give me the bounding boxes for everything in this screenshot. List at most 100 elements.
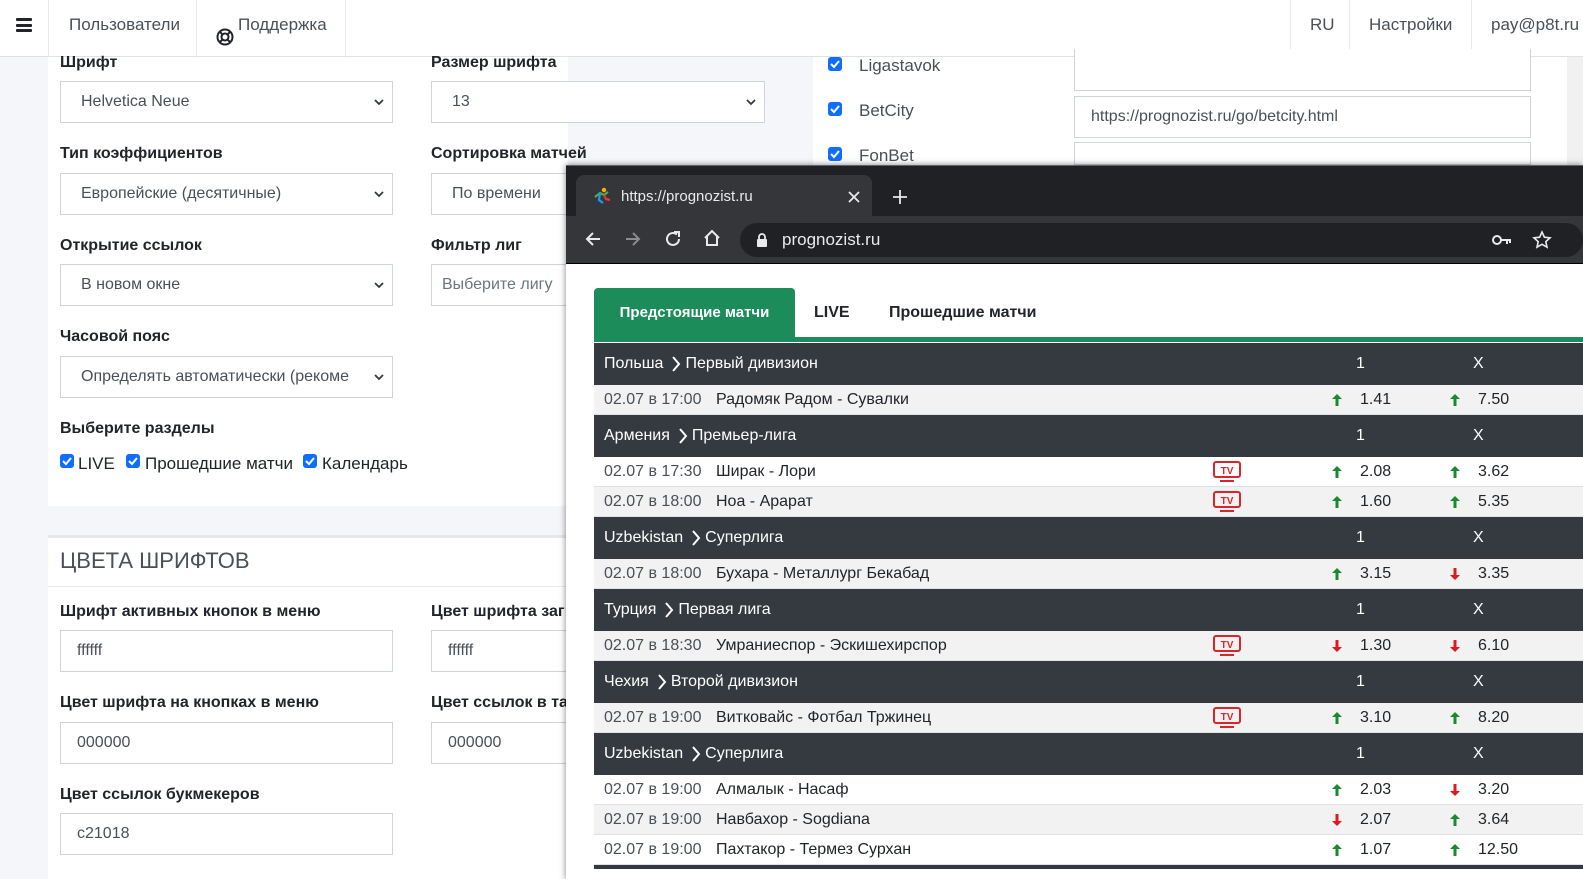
odd-draw[interactable]: 3.20 — [1478, 781, 1509, 799]
table-bottom-bar — [594, 865, 1583, 869]
tv-icon[interactable]: TV — [1213, 707, 1241, 734]
tab-upcoming[interactable]: Предстоящие матчи — [594, 288, 795, 337]
fonbet-checkbox[interactable] — [828, 147, 842, 161]
match-row[interactable]: 02.07 в 18:00 Бухара - Металлург Бекабад 3… — [594, 559, 1583, 589]
reload-icon[interactable] — [664, 230, 682, 253]
league-header[interactable]: Польша Первый дивизион 1 X — [594, 343, 1583, 385]
header-font-color-input[interactable]: ffffff — [431, 630, 571, 672]
nav-account[interactable]: pay@p8t.ru — [1471, 0, 1583, 50]
odd-home[interactable]: 2.03 — [1360, 781, 1391, 799]
odd-draw[interactable]: 6.10 — [1478, 637, 1509, 655]
odd-draw[interactable]: 3.62 — [1478, 463, 1509, 481]
match-row[interactable]: 02.07 в 18:30 Умраниеспор - Эскишехирспор… — [594, 631, 1583, 661]
tv-icon[interactable]: TV — [1213, 461, 1241, 488]
chevron-right-icon — [671, 356, 681, 377]
match-teams[interactable]: Ноа - Арарат — [716, 493, 813, 511]
odd-home[interactable]: 1.41 — [1360, 391, 1391, 409]
nav-users[interactable]: Пользователи — [49, 0, 200, 50]
match-teams[interactable]: Навбахор - Sogdiana — [716, 811, 870, 829]
match-time: 02.07 в 18:00 — [604, 565, 702, 582]
table-links-color-input[interactable]: 000000 — [431, 722, 571, 764]
odds-type-select[interactable]: Европейские (десятичные) — [60, 173, 393, 215]
chevron-down-icon — [374, 191, 384, 198]
chevron-right-icon — [691, 530, 701, 551]
browser-window: https://prognozist.ru prognozist.ru Пред… — [566, 165, 1583, 879]
widget-page: Предстоящие матчи LIVE Прошедшие матчи П… — [566, 263, 1583, 879]
forward-icon[interactable] — [624, 230, 642, 253]
home-icon[interactable] — [703, 229, 721, 252]
betcity-checkbox[interactable] — [828, 102, 842, 116]
odd-draw[interactable]: 3.64 — [1478, 811, 1509, 829]
match-row[interactable]: 02.07 в 19:00 Витковайс - Фотбал Тржинец T… — [594, 703, 1583, 733]
league-header[interactable]: Армения Премьер-лига 1 X — [594, 415, 1583, 457]
odd-home[interactable]: 3.10 — [1360, 709, 1391, 727]
odd-draw[interactable]: 8.20 — [1478, 709, 1509, 727]
match-teams[interactable]: Ширак - Лори — [716, 463, 816, 481]
active-btn-color-input[interactable]: ffffff — [60, 630, 393, 672]
match-teams[interactable]: Радомяк Радом - Сувалки — [716, 391, 909, 409]
league-filter-input[interactable]: Выберите лигу — [431, 264, 571, 306]
odd-home[interactable]: 1.60 — [1360, 493, 1391, 511]
fonbet-url-input[interactable] — [1074, 142, 1531, 165]
nav-settings[interactable]: Настройки — [1349, 0, 1472, 50]
odd-home[interactable]: 1.07 — [1360, 841, 1391, 859]
tab-past[interactable]: Прошедшие матчи — [889, 288, 1036, 337]
sort-select[interactable]: По времени — [431, 173, 571, 215]
tv-icon[interactable]: TV — [1213, 635, 1241, 662]
timezone-select[interactable]: Определять автоматически (рекоме — [60, 356, 393, 398]
match-row[interactable]: 02.07 в 19:00 Алмалык - Насаф 2.03 3.20 — [594, 775, 1583, 805]
betcity-url-input[interactable]: https://prognozist.ru/go/betcity.html — [1074, 96, 1531, 138]
calendar-checkbox[interactable] — [303, 454, 317, 468]
back-icon[interactable] — [584, 230, 602, 253]
nav-support[interactable]: Поддержка — [196, 0, 347, 50]
ligastavok-url-input[interactable] — [1074, 49, 1531, 91]
match-time: 02.07 в 19:00 — [604, 781, 702, 798]
past-matches-checkbox[interactable] — [126, 454, 140, 468]
league-header[interactable]: Турция Первая лига 1 X — [594, 589, 1583, 631]
browser-tab[interactable]: https://prognozist.ru — [576, 175, 872, 217]
odd-draw[interactable]: 7.50 — [1478, 391, 1509, 409]
col-header-x: X — [1473, 745, 1484, 762]
font-size-label: Размер шрифта — [431, 54, 557, 71]
league-header[interactable]: Uzbekistan Суперлига 1 X — [594, 733, 1583, 775]
live-checkbox[interactable] — [60, 454, 74, 468]
links-select[interactable]: В новом окне — [60, 264, 393, 306]
new-tab-icon[interactable] — [892, 189, 908, 205]
font-select[interactable]: Helvetica Neue — [60, 81, 393, 123]
tab-live[interactable]: LIVE — [814, 288, 850, 337]
odd-home[interactable]: 2.08 — [1360, 463, 1391, 481]
match-row[interactable]: 02.07 в 17:30 Ширак - Лори TV 2.08 3.62 — [594, 457, 1583, 487]
odd-draw[interactable]: 12.50 — [1478, 841, 1518, 859]
match-row[interactable]: 02.07 в 17:00 Радомяк Радом - Сувалки 1.41… — [594, 385, 1583, 415]
league-header[interactable]: Чехия Второй дивизион 1 X — [594, 661, 1583, 703]
match-teams[interactable]: Бухара - Металлург Бекабад — [716, 565, 929, 583]
odd-home[interactable]: 1.30 — [1360, 637, 1391, 655]
odd-home[interactable]: 2.07 — [1360, 811, 1391, 829]
match-row[interactable]: 02.07 в 19:00 Навбахор - Sogdiana 2.07 3.64 — [594, 805, 1583, 835]
menu-toggle-icon[interactable] — [16, 18, 32, 32]
match-teams[interactable]: Умраниеспор - Эскишехирспор — [716, 637, 947, 655]
nav-language[interactable]: RU — [1290, 0, 1355, 50]
bk-links-color-input[interactable]: c21018 — [60, 813, 393, 855]
bookmark-star-icon[interactable] — [1532, 230, 1552, 255]
match-row[interactable]: 02.07 в 19:00 Пахтакор - Термез Сурхан 1.0… — [594, 835, 1583, 865]
ligastavok-checkbox[interactable] — [828, 57, 842, 71]
league-header[interactable]: Uzbekistan Суперлига 1 X — [594, 517, 1583, 559]
close-tab-icon[interactable] — [848, 190, 860, 203]
odd-draw[interactable]: 3.35 — [1478, 565, 1509, 583]
match-teams[interactable]: Алмалык - Насаф — [716, 781, 848, 799]
address-bar[interactable]: prognozist.ru — [740, 223, 1583, 257]
page-scrollbar[interactable] — [1567, 57, 1583, 165]
odd-home[interactable]: 3.15 — [1360, 565, 1391, 583]
match-teams[interactable]: Пахтакор - Термез Сурхан — [716, 841, 911, 859]
menu-btn-color-input[interactable]: 000000 — [60, 722, 393, 764]
arrow-down-icon — [1449, 567, 1461, 586]
font-size-select[interactable]: 13 — [431, 81, 765, 123]
tv-icon[interactable]: TV — [1213, 491, 1241, 518]
key-icon[interactable] — [1492, 233, 1512, 252]
match-teams[interactable]: Витковайс - Фотбал Тржинец — [716, 709, 931, 727]
col-header-1: 1 — [1356, 673, 1365, 690]
browser-toolbar: prognozist.ru — [566, 216, 1583, 263]
match-row[interactable]: 02.07 в 18:00 Ноа - Арарат TV 1.60 5.35 — [594, 487, 1583, 517]
odd-draw[interactable]: 5.35 — [1478, 493, 1509, 511]
